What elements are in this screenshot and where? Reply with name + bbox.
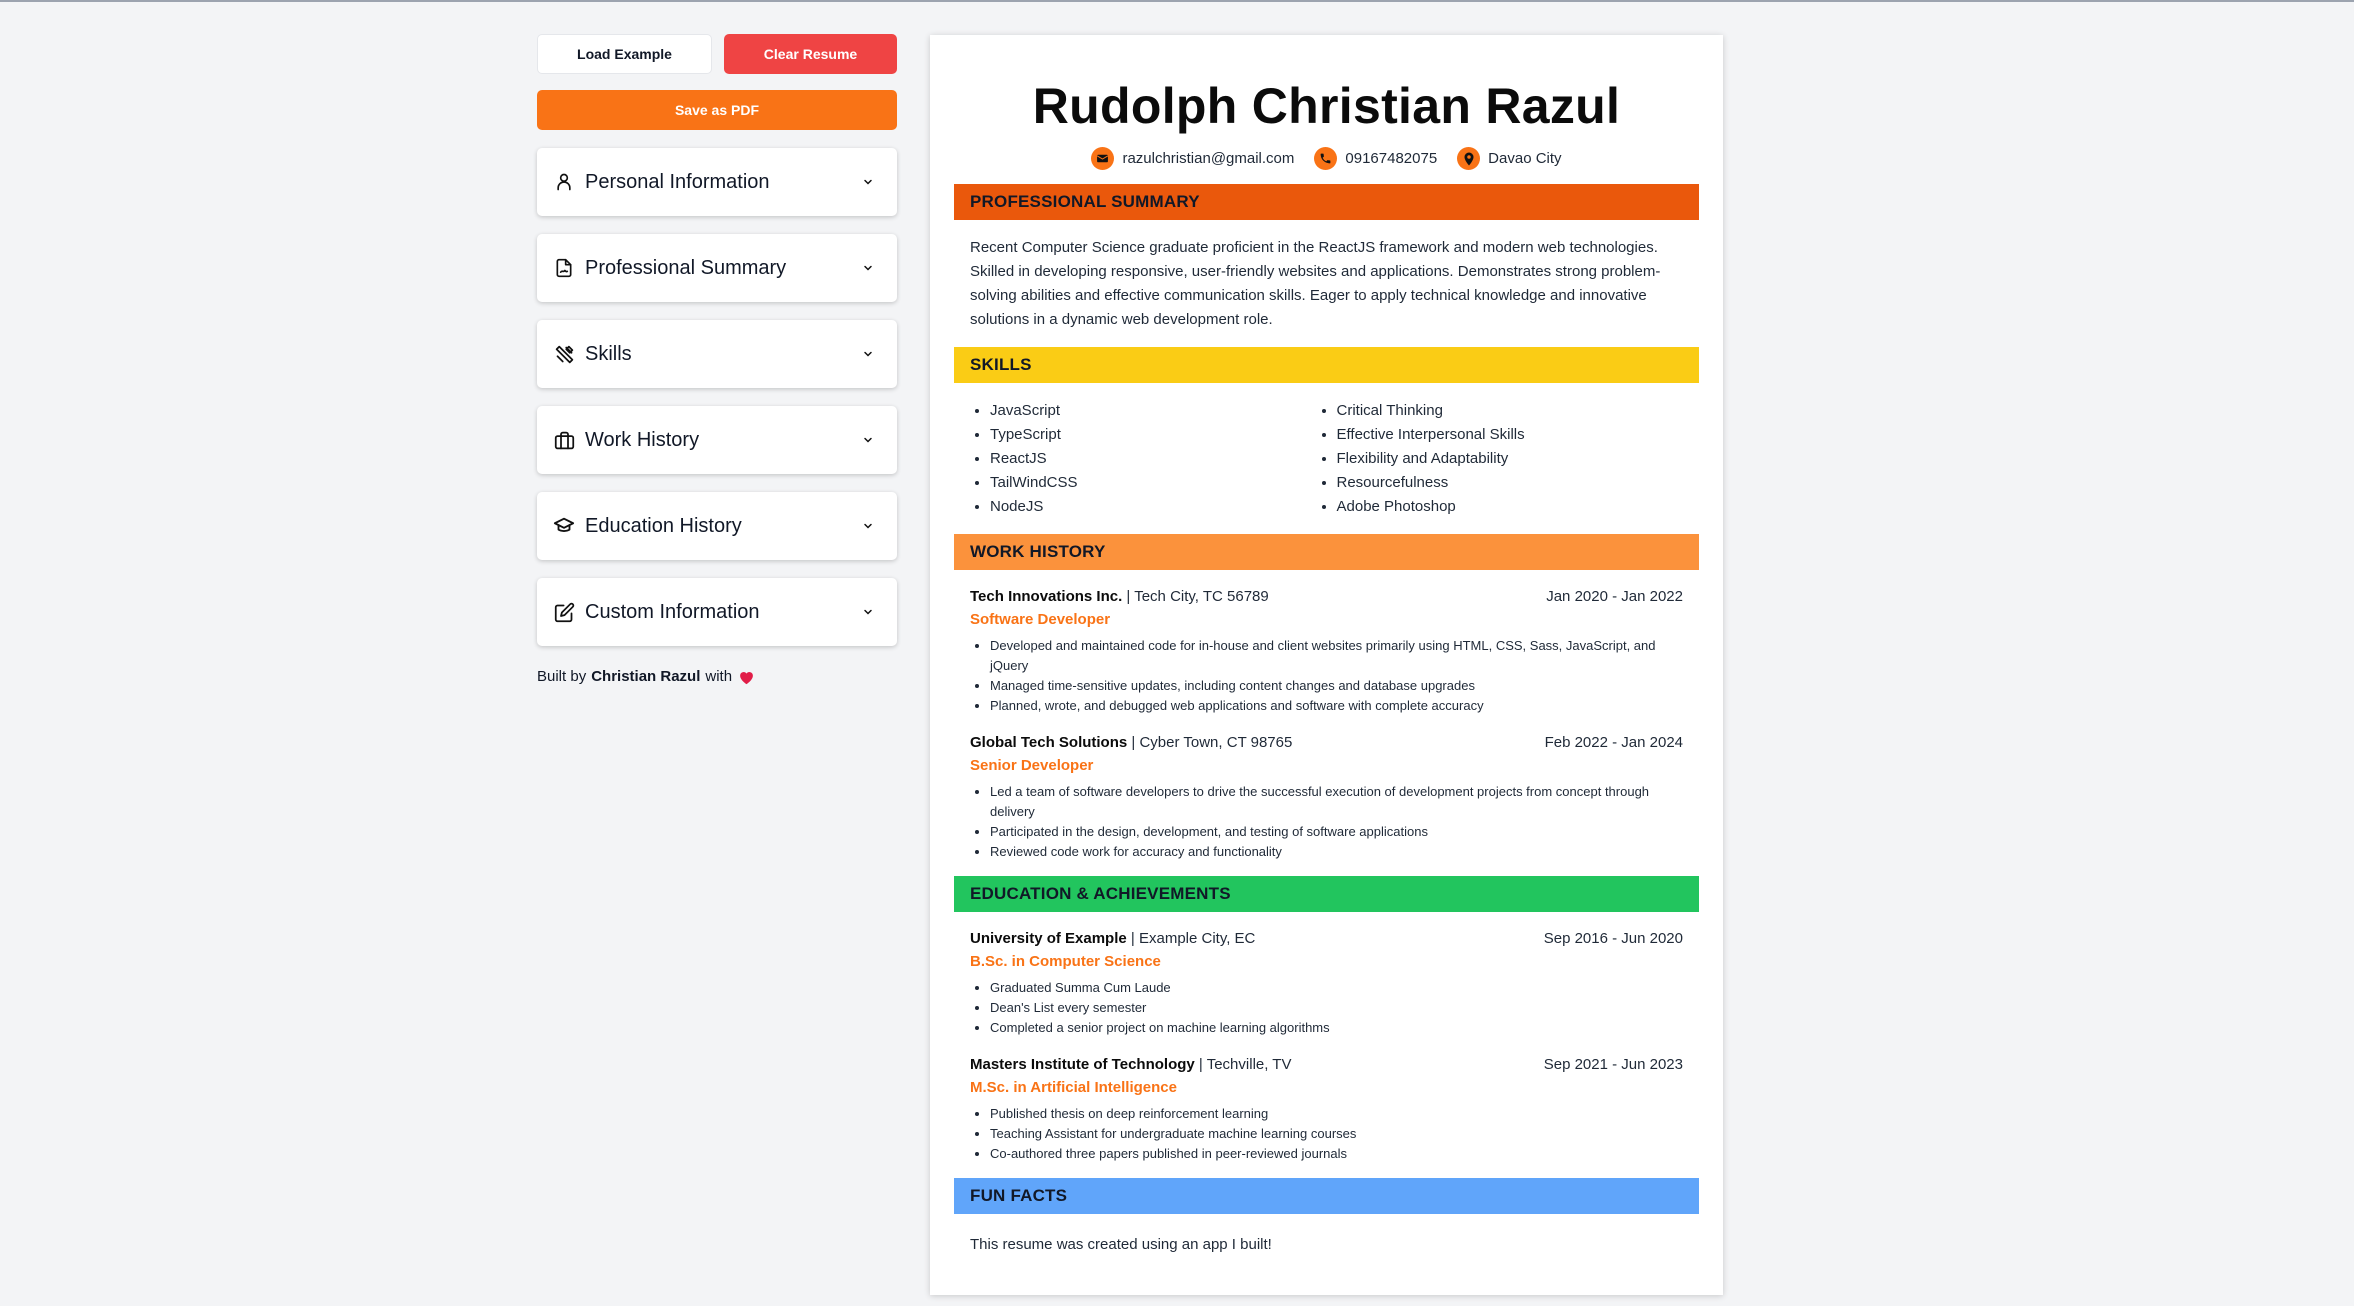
education-bullet: Dean's List every semester xyxy=(990,998,1683,1018)
section-heading-work: WORK HISTORY xyxy=(954,534,1699,570)
section-heading-summary: PROFESSIONAL SUMMARY xyxy=(954,184,1699,220)
work-bullet: Participated in the design, development,… xyxy=(990,822,1683,842)
map-pin-icon xyxy=(1457,147,1481,170)
contact-row: razulchristian@gmail.com 09167482075 Dav… xyxy=(954,147,1699,170)
contact-location: Davao City xyxy=(1457,147,1562,170)
skill-item: TailWindCSS xyxy=(990,471,1337,495)
tools-icon xyxy=(553,343,575,365)
skill-item: JavaScript xyxy=(990,399,1337,423)
education-dates: Sep 2016 - Jun 2020 xyxy=(1543,930,1683,947)
contact-email-text: razulchristian@gmail.com xyxy=(1122,150,1295,167)
education-degree: M.Sc. in Artificial Intelligence xyxy=(970,1079,1177,1096)
accordion-label: Custom Information xyxy=(585,600,760,623)
education-dates: Sep 2021 - Jun 2023 xyxy=(1543,1056,1683,1073)
resume-preview: Rudolph Christian Razul razulchristian@g… xyxy=(930,35,1723,1295)
section-heading-education: EDUCATION & ACHIEVEMENTS xyxy=(954,876,1699,912)
accordion-label: Professional Summary xyxy=(585,256,787,279)
skill-item: Critical Thinking xyxy=(1337,399,1684,423)
work-bullet: Developed and maintained code for in-hou… xyxy=(990,636,1683,676)
credit-suffix: with xyxy=(705,668,733,685)
skill-item: Flexibility and Adaptability xyxy=(1337,447,1684,471)
accordion-work-history[interactable]: Work History xyxy=(537,406,897,474)
clear-resume-button[interactable]: Clear Resume xyxy=(724,34,897,74)
credit-author: Christian Razul xyxy=(591,668,701,685)
envelope-icon xyxy=(1091,147,1115,170)
accordion-professional-summary[interactable]: Professional Summary xyxy=(537,234,897,302)
skill-item: ReactJS xyxy=(990,447,1337,471)
save-pdf-button[interactable]: Save as PDF xyxy=(537,90,897,130)
user-icon xyxy=(553,171,575,193)
education-degree: B.Sc. in Computer Science xyxy=(970,953,1161,970)
accordion-education-history[interactable]: Education History xyxy=(537,492,897,560)
work-company: Tech Innovations Inc. xyxy=(970,588,1123,605)
education-school: University of Example xyxy=(970,930,1127,947)
phone-icon xyxy=(1314,147,1338,170)
load-example-button[interactable]: Load Example xyxy=(537,34,712,74)
accordion-skills[interactable]: Skills xyxy=(537,320,897,388)
education-entry: University of Example | Example City, EC… xyxy=(954,930,1699,1038)
education-bullet: Published thesis on deep reinforcement l… xyxy=(990,1104,1683,1124)
credit-prefix: Built by xyxy=(537,668,587,685)
education-bullet: Teaching Assistant for undergraduate mac… xyxy=(990,1124,1683,1144)
education-location: | Techville, TV xyxy=(1198,1056,1292,1073)
work-entry: Global Tech Solutions | Cyber Town, CT 9… xyxy=(954,734,1699,862)
heart-icon xyxy=(738,669,755,685)
section-heading-skills: SKILLS xyxy=(954,347,1699,383)
accordion-label: Personal Information xyxy=(585,170,770,193)
graduation-cap-icon xyxy=(553,515,575,537)
skills-column-left: JavaScript TypeScript ReactJS TailWindCS… xyxy=(990,399,1337,519)
work-role: Software Developer xyxy=(970,611,1111,628)
work-bullet: Planned, wrote, and debugged web applica… xyxy=(990,696,1683,716)
skill-item: Effective Interpersonal Skills xyxy=(1337,423,1684,447)
editor-panel: Load Example Clear Resume Save as PDF Pe… xyxy=(537,34,897,685)
skill-item: TypeScript xyxy=(990,423,1337,447)
education-school: Masters Institute of Technology xyxy=(970,1056,1195,1073)
accordion-label: Skills xyxy=(585,342,632,365)
accordion-custom-information[interactable]: Custom Information xyxy=(537,578,897,646)
skills-list: JavaScript TypeScript ReactJS TailWindCS… xyxy=(954,383,1699,519)
contact-phone-text: 09167482075 xyxy=(1345,150,1438,167)
section-heading-funfacts: FUN FACTS xyxy=(954,1178,1699,1214)
contact-phone: 09167482075 xyxy=(1314,147,1437,170)
accordion-personal-information[interactable]: Personal Information xyxy=(537,148,897,216)
work-company: Global Tech Solutions xyxy=(970,734,1128,751)
chevron-down-icon xyxy=(861,261,875,275)
work-location: | Cyber Town, CT 98765 xyxy=(1131,734,1293,751)
accordion-label: Education History xyxy=(585,514,742,537)
chevron-down-icon xyxy=(861,175,875,189)
education-bullet: Completed a senior project on machine le… xyxy=(990,1018,1683,1038)
work-entry: Tech Innovations Inc. | Tech City, TC 56… xyxy=(954,588,1699,716)
briefcase-icon xyxy=(553,429,575,451)
edit-icon xyxy=(553,601,575,623)
resume-name: Rudolph Christian Razul xyxy=(1032,78,1621,134)
funfacts-text: This resume was created using an app I b… xyxy=(970,1236,1272,1253)
chevron-down-icon xyxy=(861,605,875,619)
chevron-down-icon xyxy=(861,433,875,447)
skill-item: Adobe Photoshop xyxy=(1337,495,1684,519)
education-entry: Masters Institute of Technology | Techvi… xyxy=(954,1056,1699,1164)
skills-column-right: Critical Thinking Effective Interpersona… xyxy=(1337,399,1684,519)
contact-location-text: Davao City xyxy=(1488,150,1562,167)
education-bullet: Co-authored three papers published in pe… xyxy=(990,1144,1683,1164)
work-dates: Jan 2020 - Jan 2022 xyxy=(1546,588,1683,605)
file-signature-icon xyxy=(553,257,575,279)
work-bullet: Led a team of software developers to dri… xyxy=(990,782,1683,822)
education-bullet: Graduated Summa Cum Laude xyxy=(990,978,1683,998)
chevron-down-icon xyxy=(861,347,875,361)
top-button-row: Load Example Clear Resume xyxy=(537,34,897,74)
accordion-label: Work History xyxy=(585,428,700,451)
work-location: | Tech City, TC 56789 xyxy=(1126,588,1269,605)
skill-item: NodeJS xyxy=(990,495,1337,519)
work-bullet: Managed time-sensitive updates, includin… xyxy=(990,676,1683,696)
education-location: | Example City, EC xyxy=(1130,930,1256,947)
chevron-down-icon xyxy=(861,519,875,533)
work-role: Senior Developer xyxy=(970,757,1094,774)
credit-line: Built by Christian Razul with xyxy=(537,668,897,685)
skill-item: Resourcefulness xyxy=(1337,471,1684,495)
work-dates: Feb 2022 - Jan 2024 xyxy=(1544,734,1683,751)
contact-email: razulchristian@gmail.com xyxy=(1091,147,1294,170)
summary-text: Recent Computer Science graduate profici… xyxy=(970,239,1661,328)
work-bullet: Reviewed code work for accuracy and func… xyxy=(990,842,1683,862)
